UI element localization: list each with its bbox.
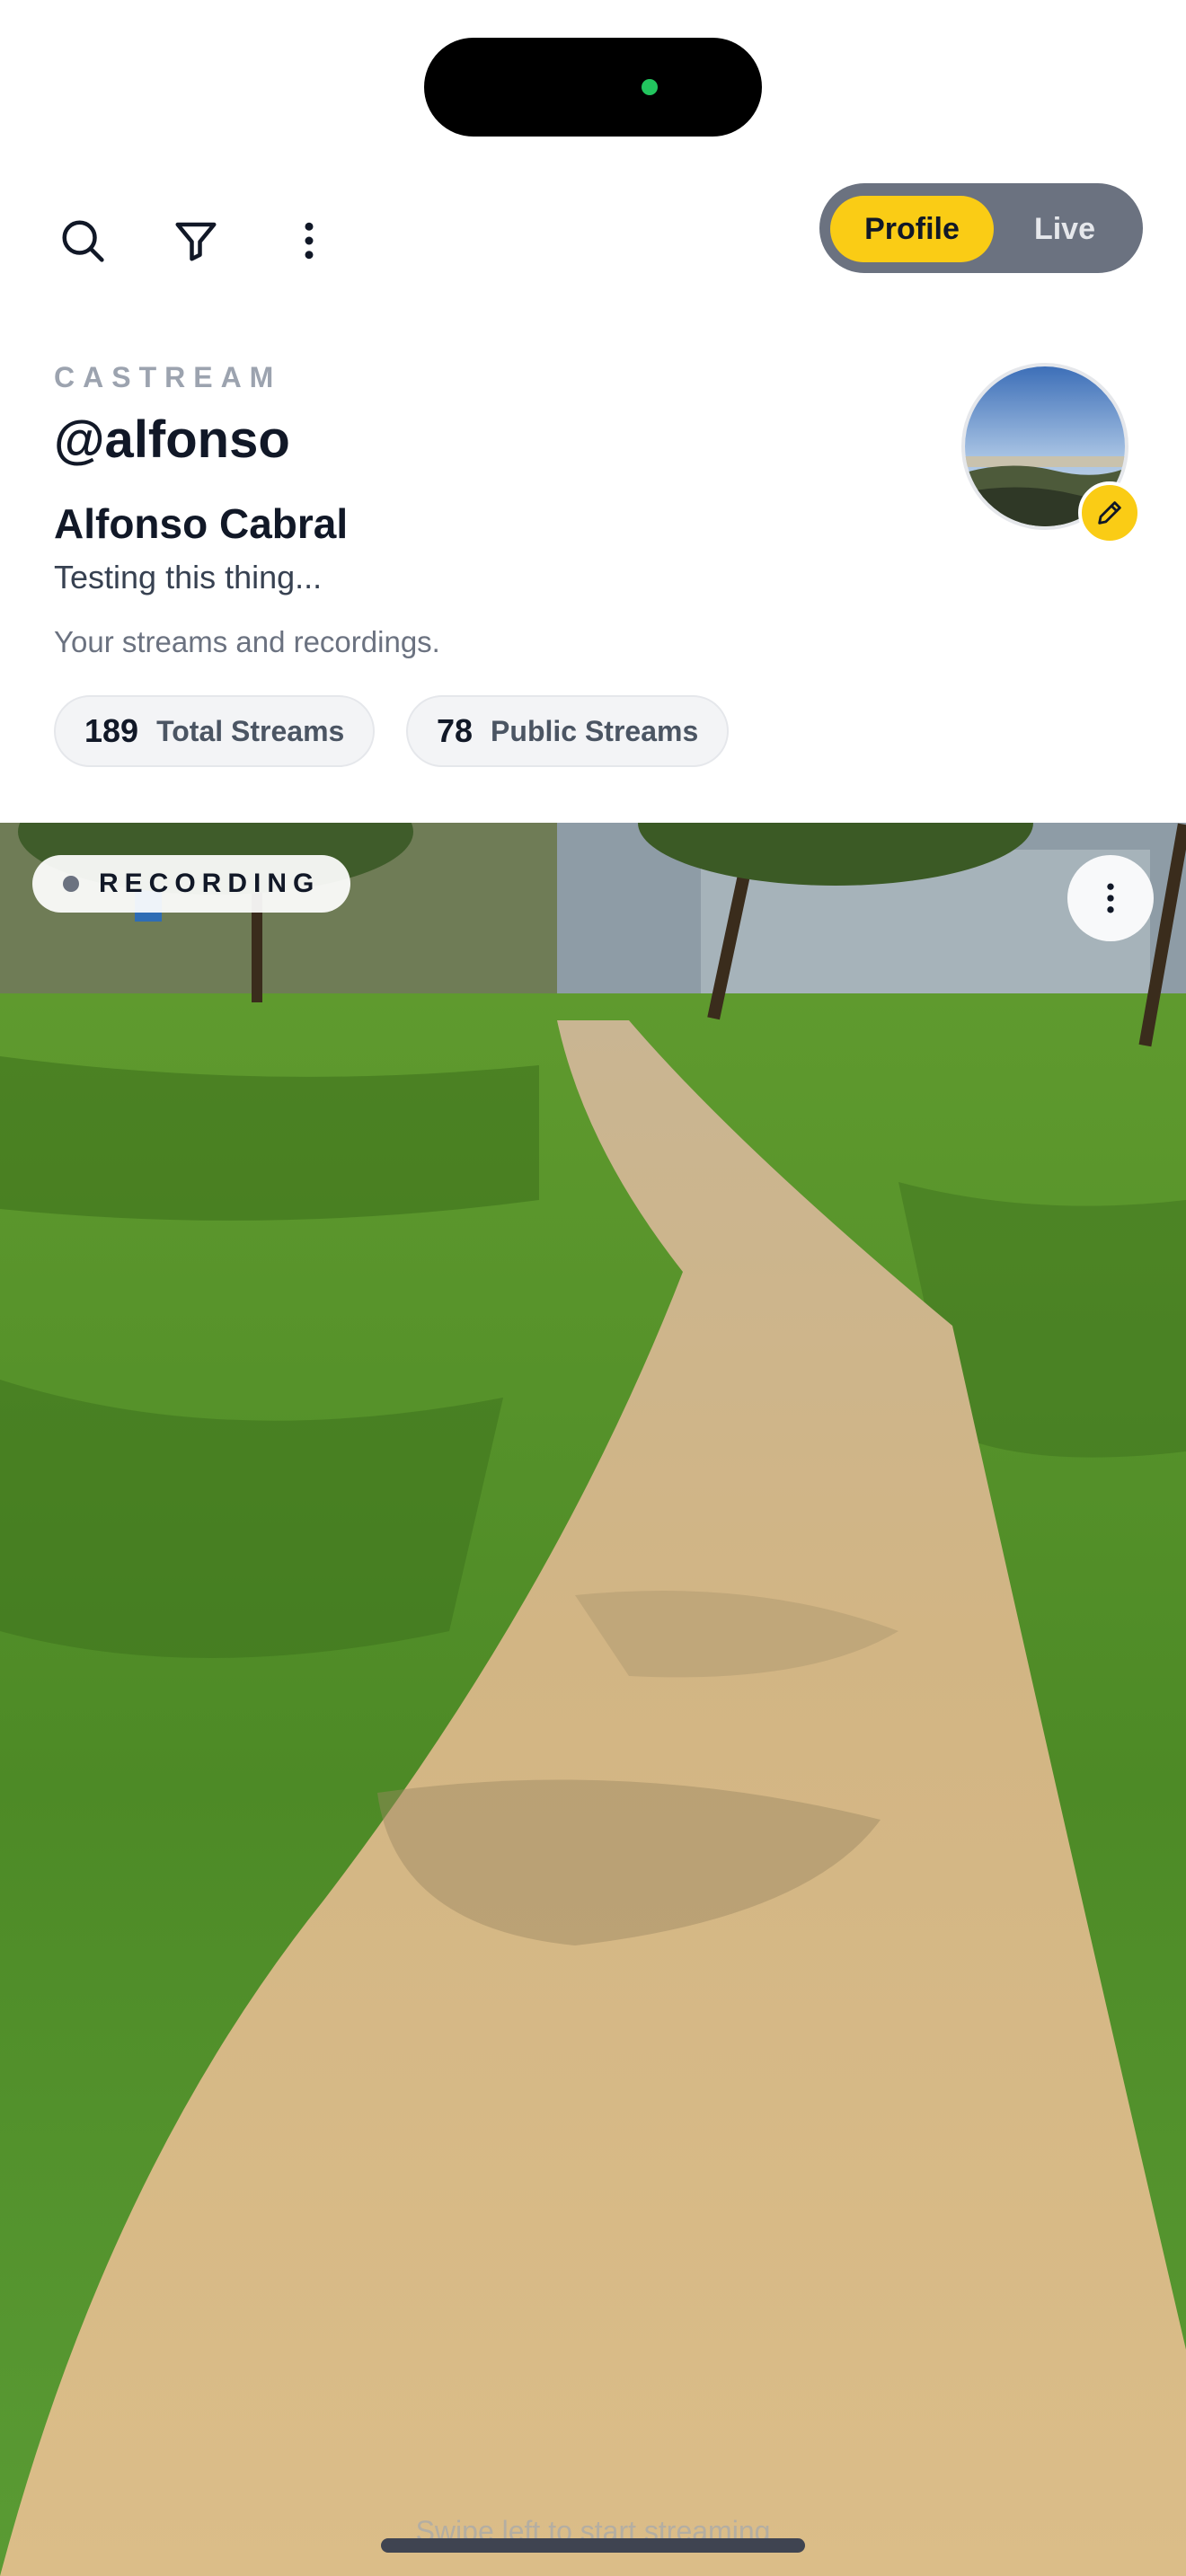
profile-tab[interactable]: Profile — [830, 196, 994, 262]
profile-name: Alfonso Cabral — [54, 500, 349, 547]
filter-icon — [175, 222, 217, 261]
more-vertical-icon — [305, 222, 314, 260]
mode-segmented-control: Profile Live — [819, 183, 1143, 273]
home-indicator[interactable] — [381, 2538, 805, 2553]
filter-button[interactable] — [160, 205, 232, 277]
brand-label: CASTREAM — [54, 361, 282, 393]
public-streams-chip: 78 Public Streams — [406, 695, 730, 767]
video-more-button[interactable] — [1067, 855, 1154, 941]
more-options-button[interactable] — [273, 205, 345, 277]
profile-handle: @alfonso — [54, 410, 290, 469]
total-streams-label: Total Streams — [156, 714, 345, 747]
recording-status-text: RECORDING — [99, 869, 321, 898]
video-frame — [0, 823, 1186, 2576]
section-subtitle: Your streams and recordings. — [54, 625, 440, 658]
public-streams-count: 78 — [437, 712, 474, 749]
recording-dot — [63, 876, 79, 892]
search-button[interactable] — [47, 205, 119, 277]
more-vertical-icon — [1107, 883, 1114, 913]
camera-indicator-dot — [642, 79, 658, 95]
recording-video-preview[interactable] — [0, 823, 1186, 2576]
total-streams-chip: 189 Total Streams — [54, 695, 376, 767]
live-tab[interactable]: Live — [997, 196, 1132, 262]
recording-status-badge: RECORDING — [32, 855, 351, 913]
profile-bio: Testing this thing... — [54, 559, 323, 595]
total-streams-count: 189 — [84, 712, 139, 749]
pencil-icon — [1098, 501, 1121, 525]
public-streams-label: Public Streams — [491, 714, 699, 747]
dynamic-island — [424, 38, 762, 137]
edit-avatar-button[interactable] — [1078, 481, 1141, 544]
search-icon — [62, 220, 104, 262]
